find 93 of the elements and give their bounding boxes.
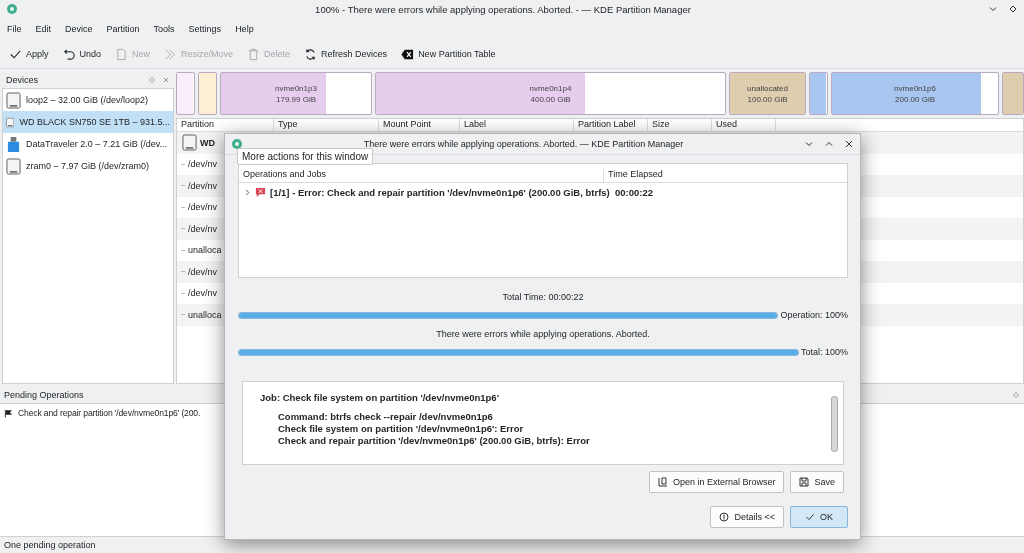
scrollbar-thumb[interactable] xyxy=(831,396,838,452)
close-icon[interactable] xyxy=(844,139,854,149)
pending-operation[interactable]: Check and repair partition '/dev/nvme0n1p6' (200. xyxy=(18,408,201,418)
column-header[interactable]: Mount Point xyxy=(379,119,460,131)
usb-drive-icon xyxy=(6,135,21,153)
float-icon[interactable] xyxy=(1012,391,1020,399)
app-logo-icon[interactable] xyxy=(231,138,243,150)
drive-entry[interactable]: DataTraveler 2.0 – 7.21 GiB (/dev... xyxy=(3,133,173,155)
progress-label: Total: 100% xyxy=(800,347,848,357)
status-text: One pending operation xyxy=(3,539,97,552)
partition-name: nvme0n1p6 xyxy=(894,82,936,94)
maximize-icon[interactable] xyxy=(1008,4,1018,14)
partition-segment[interactable]: unallocated 100.00 GiB xyxy=(729,72,806,115)
drive-entry[interactable]: loop2 – 32.00 GiB (/dev/loop2) xyxy=(3,89,173,111)
menu-item[interactable]: Settings xyxy=(188,24,222,34)
save-icon xyxy=(799,477,810,487)
menu-item[interactable]: Device xyxy=(65,24,93,34)
dialog-button[interactable]: Details << xyxy=(710,506,784,528)
partition-size: 400.00 GiB xyxy=(530,93,571,105)
drive-entry[interactable]: zram0 – 7.97 GiB (/dev/zram0) xyxy=(3,155,173,177)
column-header[interactable]: Partition Label xyxy=(574,119,648,131)
menu-item[interactable]: Help xyxy=(235,24,254,34)
partition-size: 100.00 GiB xyxy=(747,93,788,105)
panel-title: Devices xyxy=(6,75,38,85)
partition-name: nvme0n1p4 xyxy=(529,82,572,94)
undo-icon xyxy=(62,47,76,61)
column-header[interactable]: Type xyxy=(274,119,379,131)
column-header[interactable]: Used xyxy=(712,119,776,131)
dialog-button[interactable]: OK xyxy=(790,506,848,528)
refresh-icon xyxy=(304,47,318,61)
dialog-button[interactable]: Open in External Browser xyxy=(648,471,785,493)
drive-entry[interactable]: WD BLACK SN750 SE 1TB – 931.5... xyxy=(3,111,173,133)
toolbar-button[interactable]: Undo xyxy=(57,45,107,63)
partition-segment[interactable]: nvme0n1p4 400.00 GiB xyxy=(375,72,726,115)
menu-item[interactable]: Partition xyxy=(106,24,140,34)
table-cell[interactable]: WD xyxy=(200,137,215,148)
log-line: Job: Check file system on partition '/dev/nvme0n1p6' xyxy=(260,392,500,404)
partition-name: unallocated xyxy=(747,82,788,94)
dialog-title: There were errors while applying operations. Aborted. — KDE Partition Manager xyxy=(362,139,685,149)
info-icon xyxy=(719,512,730,522)
menu-item[interactable]: Edit xyxy=(35,24,52,34)
tag-icon xyxy=(401,47,415,61)
error-icon xyxy=(255,186,266,198)
column-header[interactable]: Partition xyxy=(177,119,274,131)
app-logo-icon[interactable] xyxy=(6,3,18,15)
trash-icon xyxy=(247,47,261,61)
dialog-button[interactable]: Save xyxy=(790,471,844,493)
document-icon xyxy=(115,47,129,61)
minimize-icon[interactable] xyxy=(988,4,998,14)
check-icon xyxy=(805,512,815,522)
table-cell[interactable]: /dev/nv xyxy=(188,223,218,234)
partition-segment[interactable] xyxy=(1002,72,1024,115)
expand-caret-icon[interactable] xyxy=(244,188,251,196)
column-header[interactable]: Label xyxy=(460,119,574,131)
job-time: 00:00:22 xyxy=(615,186,654,198)
flag-icon xyxy=(4,408,13,418)
column-header[interactable]: Operations and Jobs xyxy=(239,169,604,182)
partition-segment[interactable] xyxy=(176,72,195,115)
partition-name: nvme0n1p3 xyxy=(275,82,317,94)
log-line: Check and repair partition '/dev/nvme0n1p6' (200.00 GiB, btrfs): Error xyxy=(277,435,591,447)
tooltip: More actions for this window xyxy=(237,148,374,165)
table-cell[interactable]: /dev/nv xyxy=(188,159,218,170)
status-message: There were errors while applying operations. Aborted. xyxy=(435,329,651,339)
toolbar-button[interactable]: Apply xyxy=(4,45,54,63)
log-line: Command: btrfs check --repair /dev/nvme0n1p6 xyxy=(277,411,494,423)
partition-segment[interactable] xyxy=(198,72,217,115)
table-cell[interactable]: unalloca xyxy=(188,309,222,320)
toolbar-button[interactable]: New Partition Table xyxy=(396,45,501,63)
partition-segment[interactable]: nvme0n1p6 200.00 GiB xyxy=(831,72,999,115)
partition-segment[interactable] xyxy=(809,72,828,115)
progress-label: Operation: 100% xyxy=(780,310,848,320)
total-time: Total Time: 00:00:22 xyxy=(501,292,585,302)
panel-title: Pending Operations xyxy=(4,390,84,400)
column-header[interactable]: Time Elapsed xyxy=(604,169,667,182)
window-title: 100% - There were errors while applying operations. Aborted. - — KDE Partition Manager xyxy=(314,3,692,15)
partition-size: 200.00 GiB xyxy=(895,93,935,105)
column-header[interactable]: Size xyxy=(648,119,712,131)
table-cell[interactable]: /dev/nv xyxy=(188,288,218,299)
document-icon xyxy=(657,477,668,487)
float-icon[interactable] xyxy=(148,76,156,84)
table-cell[interactable]: /dev/nv xyxy=(188,266,218,277)
partition-size: 179.99 GiB xyxy=(276,93,316,105)
toolbar-button[interactable]: Refresh Devices xyxy=(299,45,393,63)
chevrons-icon xyxy=(164,47,178,61)
table-cell[interactable]: /dev/nv xyxy=(188,180,218,191)
table-cell[interactable]: /dev/nv xyxy=(188,202,218,213)
job-label[interactable]: [1/1] - Error: Check and repair partition '/dev/nvme0n1p6' (200.00 GiB, btrfs) xyxy=(270,186,615,198)
log-line: Check file system on partition '/dev/nvme0n1p6': Error xyxy=(277,423,525,435)
partition-segment[interactable]: nvme0n1p3 179.99 GiB xyxy=(220,72,372,115)
menu-item[interactable]: Tools xyxy=(153,24,175,34)
menu-item[interactable]: File xyxy=(7,24,22,34)
table-cell[interactable]: unalloca xyxy=(188,245,222,256)
minimize-icon[interactable] xyxy=(804,139,814,149)
